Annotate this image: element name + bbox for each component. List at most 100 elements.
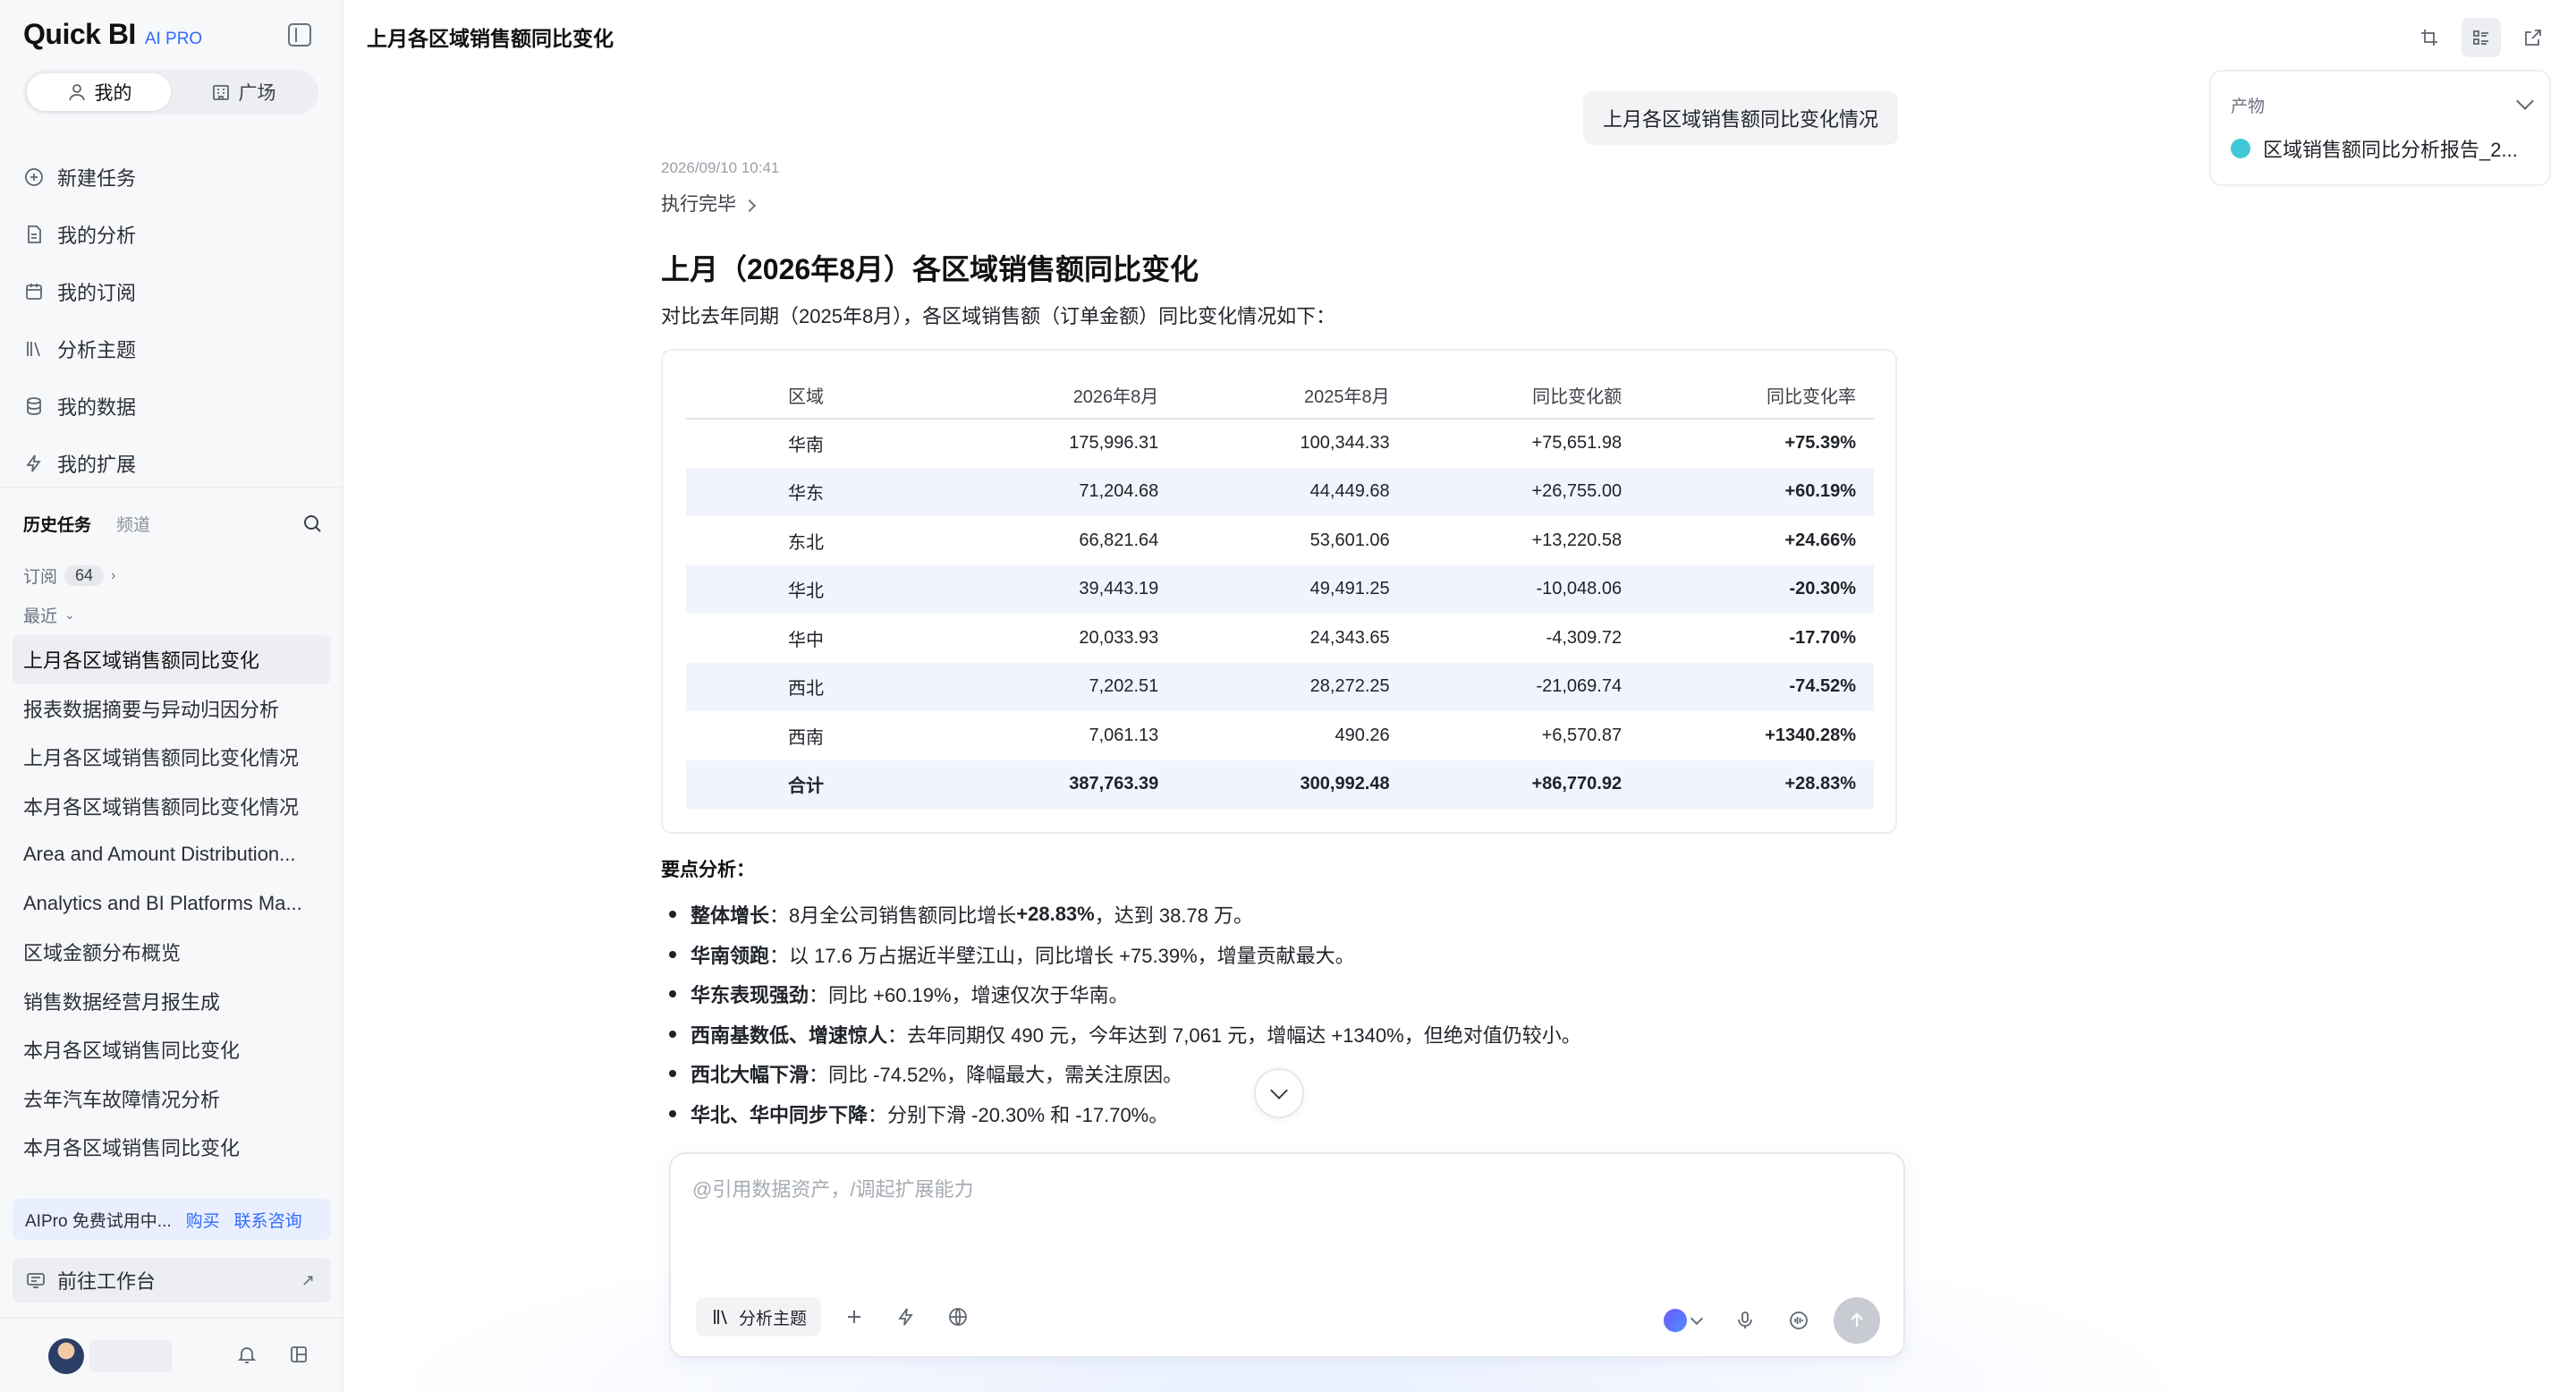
nav-my-analysis-label: 我的分析 <box>57 225 137 247</box>
external-arrow-icon: ↗ <box>301 1270 315 1289</box>
voice-wave-icon[interactable] <box>1780 1302 1818 1339</box>
analysis-topic-label: 分析主题 <box>739 1309 808 1328</box>
history-item[interactable]: 上月各区域销售额同比变化情况 <box>13 733 331 782</box>
collapse-sidebar-icon[interactable] <box>288 23 311 47</box>
brand-logo[interactable]: Quick BI AI PRO <box>23 18 202 51</box>
nav-my-analysis[interactable]: 我的分析 <box>23 206 327 263</box>
user-name-redacted <box>89 1340 172 1372</box>
chevron-down-icon[interactable] <box>2516 92 2534 110</box>
answer-title: 上月（2026年8月）各区域销售额同比变化 <box>661 253 1199 285</box>
point-bold: 整体增长 <box>691 904 770 928</box>
cell-value: 49,491.25 <box>1176 564 1408 614</box>
answer-timestamp: 2026/09/10 10:41 <box>661 159 780 176</box>
analysis-topic-button[interactable]: 分析主题 <box>696 1297 822 1337</box>
tab-history[interactable]: 历史任务 <box>23 512 91 536</box>
workbench-icon <box>25 1269 47 1291</box>
cell-value: +13,220.58 <box>1531 530 1623 550</box>
tab-channel[interactable]: 频道 <box>116 512 150 536</box>
tab-mine[interactable]: 我的 <box>27 73 171 111</box>
nav-new-task[interactable]: 新建任务 <box>23 149 327 206</box>
point-text: ：分别下滑 -20.30% 和 -17.70%。 <box>868 1103 1169 1126</box>
nav-my-data[interactable]: 我的数据 <box>23 378 327 435</box>
cell-value: 24,343.65 <box>1309 627 1390 648</box>
table-row: 西北 7,202.51 28,272.25 -21,069.74 -74.52% <box>686 662 1874 711</box>
answer-intro: 对比去年同期（2025年8月），各区域销售额（订单金额）同比变化情况如下： <box>661 305 1336 327</box>
lightning-icon[interactable] <box>887 1298 925 1336</box>
history-item[interactable]: 本月各区域销售同比变化 <box>13 1123 331 1172</box>
crop-icon[interactable] <box>2410 18 2449 57</box>
workbench-label: 前往工作台 <box>57 1270 157 1293</box>
table-total-row: 合计 387,763.39 300,992.48 +86,770.92 +28.… <box>686 760 1874 809</box>
recent-filter[interactable]: 最近 ⌄ <box>23 603 75 627</box>
cell-total-label: 合计 <box>686 760 945 809</box>
history-item[interactable]: Analytics and BI Platforms Ma... <box>13 879 331 929</box>
go-to-workbench-button[interactable]: 前往工作台 ↗ <box>13 1258 331 1303</box>
cell-region: 西南 <box>788 727 824 748</box>
sales-comparison-table: 区域 2026年8月 2025年8月 同比变化额 同比变化率 华南 175,99… <box>686 372 1874 809</box>
scroll-to-bottom-button[interactable] <box>1254 1068 1304 1118</box>
model-logo-icon <box>1664 1309 1687 1332</box>
chevron-down-icon <box>1690 1311 1704 1326</box>
history-item[interactable]: Area and Amount Distribution... <box>13 830 331 879</box>
cell-value: 39,443.19 <box>945 564 1177 614</box>
sidebar: Quick BI AI PRO 我的 广场 新建任务 我的分析 我的订阅 分析主… <box>0 0 343 1392</box>
history-item[interactable]: 区域金额分布概览 <box>13 928 331 977</box>
history-item[interactable]: 报表数据摘要与异动归因分析 <box>13 684 331 734</box>
point-bold: +28.83% <box>1016 903 1095 926</box>
nav-my-extension-label: 我的扩展 <box>57 454 137 476</box>
nav-my-subscription[interactable]: 我的订阅 <box>23 263 327 320</box>
nav-my-extension[interactable]: 我的扩展 <box>23 435 327 492</box>
history-item[interactable]: 去年汽车故障情况分析 <box>13 1074 331 1124</box>
globe-icon[interactable] <box>939 1298 977 1336</box>
cell-rate: -20.30% <box>1640 564 1874 614</box>
subscription-row[interactable]: 订阅 64 › <box>23 564 115 588</box>
cell-value: +75,651.98 <box>1531 433 1623 454</box>
table-header-row: 区域 2026年8月 2025年8月 同比变化额 同比变化率 <box>686 372 1874 420</box>
brand-badge: AI PRO <box>144 30 203 48</box>
cell-value: 490.26 <box>1335 725 1390 745</box>
history-item[interactable]: 本月各区域销售同比变化 <box>13 1025 331 1074</box>
bell-icon[interactable] <box>236 1344 258 1365</box>
promo-text: AIPro 免费试用中... <box>25 1211 172 1231</box>
point-text: ：同比 +60.19%，增速仅次于华南。 <box>809 984 1129 1007</box>
composer-tools: 分析主题 <box>696 1297 977 1337</box>
nav-analysis-topic[interactable]: 分析主题 <box>23 320 327 378</box>
artifact-panel: 产物 区域销售额同比分析报告_2... <box>2209 70 2551 186</box>
cell-rate: +24.66% <box>1784 530 1856 550</box>
cell-rate: -74.52% <box>1640 662 1874 711</box>
avatar[interactable] <box>48 1338 84 1374</box>
cell-region: 东北 <box>788 532 824 553</box>
share-icon[interactable] <box>2513 18 2553 57</box>
model-selector[interactable] <box>1655 1302 1710 1339</box>
table-row: 华中 20,033.93 24,343.65 -4,309.72 -17.70% <box>686 614 1874 663</box>
contact-link[interactable]: 联系咨询 <box>234 1208 302 1232</box>
send-button[interactable] <box>1834 1297 1880 1344</box>
chevron-down-icon: ⌄ <box>64 607 75 622</box>
microphone-icon[interactable] <box>1726 1302 1764 1339</box>
table-row: 华东 71,204.68 44,449.68 +26,755.00 +60.19… <box>686 467 1874 516</box>
chevron-right-icon <box>742 199 757 213</box>
layout-icon[interactable] <box>288 1344 309 1365</box>
table-row: 华南 175,996.31 100,344.33 +75,651.98 +75.… <box>686 419 1874 468</box>
buy-link[interactable]: 购买 <box>186 1208 220 1232</box>
plus-icon[interactable] <box>835 1298 873 1336</box>
history-item[interactable]: 销售数据经营月报生成 <box>13 977 331 1026</box>
artifact-report-item[interactable]: 区域销售额同比分析报告_2... <box>2231 134 2518 163</box>
search-icon[interactable] <box>301 512 324 535</box>
sidebar-divider <box>0 487 343 488</box>
history-item[interactable]: 上月各区域销售额同比变化 <box>13 635 331 684</box>
cell-value: 53,601.06 <box>1309 530 1390 550</box>
plus-circle-icon <box>23 166 45 188</box>
history-item[interactable]: 本月各区域销售额同比变化情况 <box>13 782 331 831</box>
point-bold: 西南基数低、增速惊人 <box>691 1023 888 1047</box>
point-text: ：8月全公司销售额同比增长 <box>769 904 1017 928</box>
list-view-icon[interactable] <box>2462 18 2501 57</box>
execution-status[interactable]: 执行完毕 <box>661 190 757 216</box>
file-icon <box>23 224 45 245</box>
user-message-bubble: 上月各区域销售额同比变化情况 <box>1583 91 1899 145</box>
tab-plaza[interactable]: 广场 <box>171 73 315 111</box>
cell-value: 44,449.68 <box>1176 467 1408 516</box>
prompt-input[interactable] <box>692 1174 1882 1254</box>
cell-rate: +1340.28% <box>1765 725 1856 745</box>
cell-region: 华北 <box>686 564 945 614</box>
